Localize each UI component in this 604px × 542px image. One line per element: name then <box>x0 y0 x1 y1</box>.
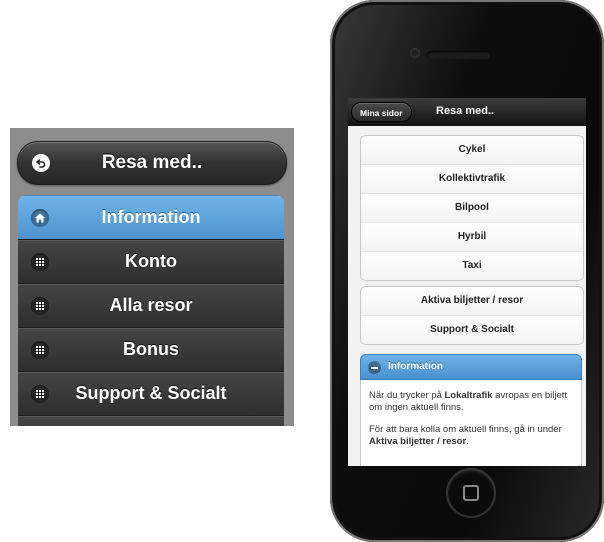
secondary-options-list: Aktiva biljetter / resor Support & Socia… <box>360 286 584 345</box>
option-bilpool[interactable]: Bilpool <box>361 193 583 222</box>
phone-screen: Mina sidor Resa med.. Cykel Kollektivtra… <box>348 98 586 466</box>
information-collapsible: Information När du trycker på Lokaltrafi… <box>360 354 582 466</box>
menu-item-support-socialt[interactable]: Support & Socialt <box>18 371 284 415</box>
page-title: Resa med.. <box>436 105 495 117</box>
phone-frame: Mina sidor Resa med.. Cykel Kollektivtra… <box>330 0 604 542</box>
menu-item-label: Konto <box>125 251 177 271</box>
menu-item-konto[interactable]: Konto <box>18 239 284 283</box>
info-paragraph-2: För att bara kolla om aktuell finns, gå … <box>369 424 562 447</box>
option-cykel[interactable]: Cykel <box>361 136 583 164</box>
app-header: Mina sidor Resa med.. <box>348 98 586 126</box>
menu-item-alla-resor[interactable]: Alla resor <box>18 283 284 327</box>
minus-icon <box>368 361 381 374</box>
menu-panel: Resa med.. Information Konto Alla resor … <box>10 128 294 426</box>
information-collapsible-header[interactable]: Information <box>360 354 582 380</box>
resa-med-label: Resa med.. <box>101 152 203 173</box>
option-taxi[interactable]: Taxi <box>361 251 583 280</box>
nav-menu: Information Konto Alla resor Bonus Suppo… <box>18 195 284 426</box>
menu-item-bonus[interactable]: Bonus <box>18 327 284 371</box>
collapsible-title: Information <box>388 361 443 372</box>
menu-item-label: Alla resor <box>109 295 193 315</box>
speaker-grille <box>427 51 491 59</box>
menu-item-information[interactable]: Information <box>18 195 284 239</box>
menu-item-label: Support & Socialt <box>75 383 227 403</box>
camera-icon <box>410 48 420 58</box>
home-button[interactable] <box>446 468 496 518</box>
option-hyrbil[interactable]: Hyrbil <box>361 222 583 251</box>
mina-sidor-button[interactable]: Mina sidor <box>351 102 412 122</box>
travel-options-list: Cykel Kollektivtrafik Bilpool Hyrbil Tax… <box>360 135 584 281</box>
menu-item-label: Information <box>101 207 201 227</box>
option-support-socialt[interactable]: Support & Socialt <box>361 315 583 344</box>
collapsible-content: När du trycker på Lokaltrafik avropas en… <box>360 380 582 466</box>
resa-med-button[interactable]: Resa med.. <box>17 141 287 185</box>
option-aktiva-biljetter[interactable]: Aktiva biljetter / resor <box>361 287 583 315</box>
info-paragraph-1: När du trycker på Lokaltrafik avropas en… <box>369 390 568 413</box>
menu-item-label: Bonus <box>123 339 179 359</box>
menu-item-partial <box>18 415 284 426</box>
home-square-icon <box>463 485 479 501</box>
option-kollektivtrafik[interactable]: Kollektivtrafik <box>361 164 583 193</box>
